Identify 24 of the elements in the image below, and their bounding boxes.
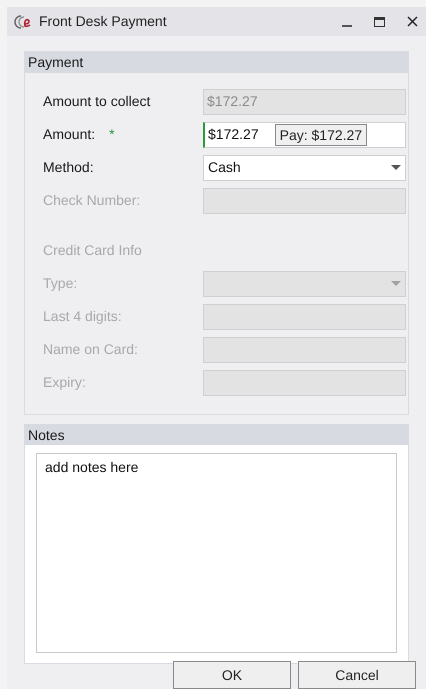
app-logo-icon xyxy=(13,14,33,30)
input-field[interactable]: $172.27 Pay: $172.27 xyxy=(203,122,406,148)
suggestion-chip[interactable]: Pay: $172.27 xyxy=(274,124,368,146)
required-mark: * xyxy=(109,125,115,144)
dialog-button[interactable]: OK xyxy=(173,661,291,689)
field-label: Amount to collect xyxy=(43,92,150,111)
field-label: Check Number: xyxy=(43,191,140,210)
field-label: Last 4 digits: xyxy=(43,307,122,326)
notes-textarea[interactable]: add notes here xyxy=(36,453,397,653)
panel-title: Notes xyxy=(28,426,65,444)
close-icon[interactable] xyxy=(407,16,418,27)
section-label: Credit Card Info xyxy=(43,241,142,260)
field-label: Name on Card: xyxy=(43,340,138,359)
caret-icon xyxy=(391,280,401,286)
maximize-icon[interactable] xyxy=(374,16,385,26)
field-label: Type: xyxy=(43,274,78,293)
window-title: Front Desk Payment xyxy=(39,12,167,31)
field-label: Method: xyxy=(43,158,94,177)
caret-icon xyxy=(391,164,401,170)
dialog-button[interactable]: Cancel xyxy=(298,661,416,689)
field-label: Amount: xyxy=(43,125,96,144)
panel-title: Payment xyxy=(28,53,84,72)
field-label: Expiry: xyxy=(43,373,86,392)
dropdown-field[interactable]: Cash xyxy=(203,154,406,180)
